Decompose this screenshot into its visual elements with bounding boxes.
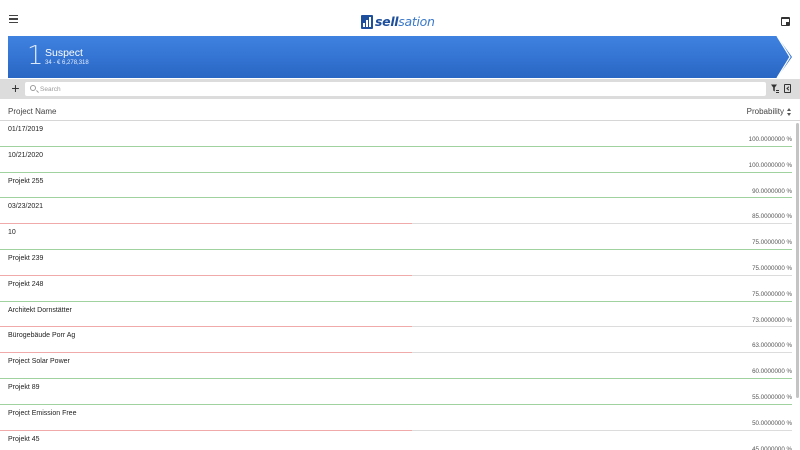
sellsation-logo: sellsation: [361, 13, 435, 29]
add-button[interactable]: +: [10, 81, 21, 95]
table-header: Project Name Probability: [0, 100, 800, 121]
logo-bars-icon: [361, 15, 373, 29]
table-row[interactable]: Project Emission Free 50.0000000 %: [0, 405, 800, 431]
project-name: Projekt 255: [8, 177, 44, 185]
probability-value: 63.0000000 %: [752, 342, 792, 350]
table-row[interactable]: 03/23/2021 85.0000000 %: [0, 198, 800, 225]
probability-value: 50.0000000 %: [752, 419, 792, 427]
table-row[interactable]: 01/17/2019 100.0000000 %: [0, 121, 800, 147]
top-bar: sellsation: [0, 0, 800, 36]
table-row[interactable]: 10 75.0000000 %: [0, 224, 800, 250]
project-name: Project Solar Power: [8, 358, 70, 366]
filter-settings-icon[interactable]: [771, 84, 779, 93]
project-name: 01/17/2019: [8, 126, 44, 133]
table-row[interactable]: Projekt 255 90.0000000 %: [0, 173, 800, 199]
probability-value: 90.0000000 %: [752, 187, 792, 195]
project-name: Projekt 45: [8, 435, 40, 443]
probability-value: 73.0000000 %: [752, 316, 792, 324]
column-header-project-name[interactable]: Project Name: [8, 107, 56, 117]
search-icon: [30, 85, 36, 91]
pipeline-stage-banner[interactable]: 1 Suspect 34 - € 6,278,318: [8, 36, 792, 78]
probability-value: 60.0000000 %: [752, 368, 792, 376]
probability-value: 75.0000000 %: [752, 239, 792, 247]
stage-name: Suspect: [45, 47, 83, 59]
project-name: 10: [8, 229, 16, 237]
table-row[interactable]: Projekt 45 45.0000000 %: [0, 431, 800, 450]
probability-value: 75.0000000 %: [752, 290, 792, 298]
export-icon[interactable]: [784, 84, 791, 93]
logo-text-sell: sell: [375, 14, 399, 29]
calendar-icon[interactable]: [781, 17, 790, 26]
probability-value: 45.0000000 %: [752, 445, 792, 450]
project-name: Architekt Dornstätter: [8, 306, 72, 314]
scrollbar[interactable]: [796, 123, 799, 398]
table-row[interactable]: Project Solar Power 60.0000000 %: [0, 353, 800, 379]
project-list: 01/17/2019 100.0000000 % 10/21/2020 100.000…: [0, 121, 800, 450]
logo-text-sation: sation: [398, 14, 435, 29]
project-name: Project Emission Free: [8, 409, 77, 417]
project-name: Projekt 239: [8, 254, 44, 262]
project-name: Projekt 89: [8, 383, 40, 391]
sort-icon[interactable]: [787, 108, 792, 116]
probability-value: 75.0000000 %: [752, 264, 792, 272]
table-row[interactable]: Projekt 89 55.0000000 %: [0, 379, 800, 405]
column-header-probability-label: Probability: [746, 107, 784, 116]
table-row[interactable]: 10/21/2020 100.0000000 %: [0, 147, 800, 173]
table-row[interactable]: Bürogebäude Porr Ag 63.0000000 %: [0, 327, 800, 354]
table-row[interactable]: Architekt Dornstätter 73.0000000 %: [0, 302, 800, 328]
project-name: 03/23/2021: [8, 203, 44, 211]
stage-summary: 34 - € 6,278,318: [45, 60, 89, 66]
stage-number: 1: [27, 41, 44, 71]
probability-value: 55.0000000 %: [752, 393, 792, 401]
probability-value: 100.0000000 %: [748, 136, 792, 143]
toolbar: +: [0, 79, 800, 99]
project-name: 10/21/2020: [8, 151, 44, 159]
probability-value: 100.0000000 %: [748, 161, 792, 169]
search-box[interactable]: [25, 82, 766, 96]
stage-chevron-background: [8, 36, 792, 78]
search-input[interactable]: [40, 82, 740, 96]
column-header-probability[interactable]: Probability: [747, 107, 792, 117]
project-name: Projekt 248: [8, 280, 44, 288]
table-row[interactable]: Projekt 248 75.0000000 %: [0, 276, 800, 302]
project-name: Bürogebäude Porr Ag: [8, 332, 76, 340]
table-row[interactable]: Projekt 239 75.0000000 %: [0, 250, 800, 276]
probability-value: 85.0000000 %: [752, 213, 792, 221]
hamburger-menu-icon[interactable]: [9, 15, 18, 24]
